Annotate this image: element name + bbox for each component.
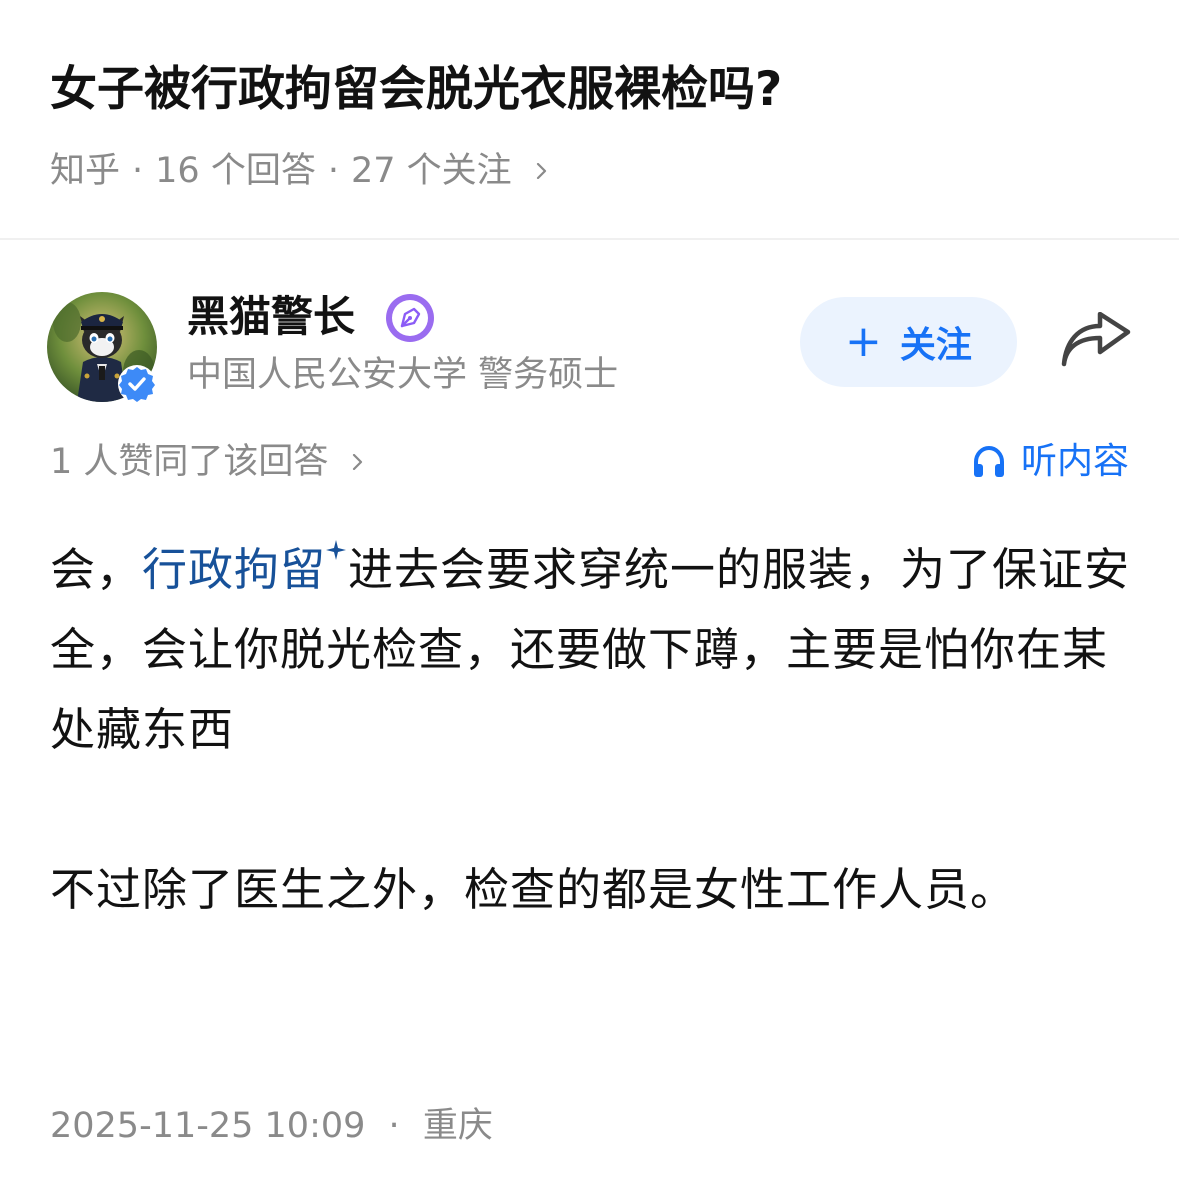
answer-body: 会，行政拘留 进去会要求穿统一的服装，为了保证安全，会让你脱光检查，还要做下蹲，主…	[50, 530, 1132, 930]
chevron-right-icon	[353, 454, 363, 470]
question-header: 女子被行政拘留会脱光衣服裸检吗? 知乎 · 16 个回答 · 27 个关注	[0, 0, 1179, 238]
chevron-right-icon	[536, 163, 546, 179]
answer-count: 16 个回答	[155, 151, 316, 191]
listen-label: 听内容	[1020, 441, 1129, 482]
author-row: 黑猫警长 中国人民公安大学 警务硕士 + 关注	[0, 286, 1179, 406]
footer-separator: ·	[388, 1106, 400, 1146]
author-description: 中国人民公安大学 警务硕士	[187, 355, 619, 395]
question-meta[interactable]: 知乎 · 16 个回答 · 27 个关注	[50, 146, 550, 196]
pen-nib-icon[interactable]	[384, 292, 436, 344]
vote-row: 1 人赞同了该回答 听内容	[0, 436, 1179, 488]
answer-paragraph: 会，行政拘留 进去会要求穿统一的服装，为了保证安全，会让你脱光检查，还要做下蹲，主…	[50, 530, 1132, 770]
avatar[interactable]	[47, 292, 157, 403]
source-label: 知乎	[50, 151, 121, 191]
answer-paragraph: 不过除了医生之外，检查的都是女性工作人员。	[50, 863, 1017, 916]
meta-separator: ·	[132, 151, 144, 191]
post-footer: 2025-11-25 10:09 · 重庆	[50, 1100, 493, 1152]
verified-check-icon	[118, 365, 156, 403]
listen-button[interactable]: 听内容	[971, 436, 1129, 488]
sparkle-icon	[326, 540, 347, 560]
keyword-link[interactable]: 行政拘留	[142, 543, 326, 596]
share-arrow-icon[interactable]	[1058, 312, 1134, 372]
meta-separator: ·	[327, 151, 339, 191]
answer-text: 会，	[50, 543, 143, 596]
follow-label: 关注	[899, 325, 972, 366]
question-title[interactable]: 女子被行政拘留会脱光衣服裸检吗?	[50, 52, 782, 128]
plus-icon: +	[845, 316, 882, 367]
vote-count-text: 1 人赞同了该回答	[50, 442, 329, 482]
post-location: 重庆	[422, 1106, 493, 1146]
vote-count-link[interactable]: 1 人赞同了该回答	[50, 436, 366, 488]
section-divider	[0, 238, 1179, 240]
author-name[interactable]: 黑猫警长	[187, 288, 355, 346]
follow-button[interactable]: + 关注	[800, 297, 1017, 387]
follow-count: 27 个关注	[350, 151, 512, 191]
headphones-icon	[973, 445, 1004, 477]
post-datetime: 2025-11-25 10:09	[50, 1106, 366, 1146]
